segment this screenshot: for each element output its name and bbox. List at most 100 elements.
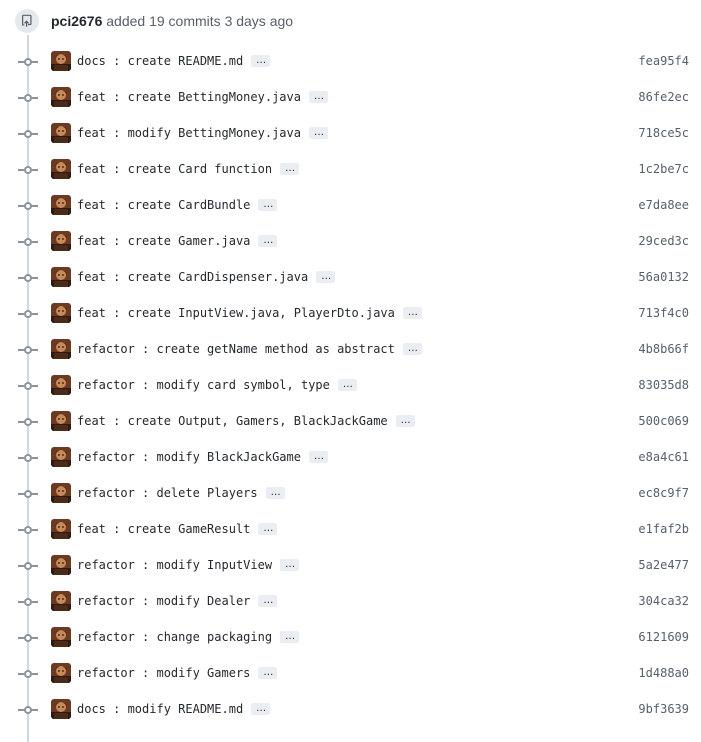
avatar[interactable] bbox=[51, 231, 71, 251]
commit-sha-link[interactable]: e1faf2b bbox=[638, 521, 689, 537]
commit-sha-link[interactable]: 713f4c0 bbox=[638, 305, 689, 321]
avatar[interactable] bbox=[51, 303, 71, 323]
avatar[interactable] bbox=[51, 483, 71, 503]
expand-message-button[interactable]: … bbox=[402, 307, 422, 319]
commit-message-link[interactable]: refactor : modify card symbol, type bbox=[77, 377, 330, 393]
commit-sha-link[interactable]: 304ca32 bbox=[638, 593, 689, 609]
expand-message-button[interactable]: … bbox=[402, 343, 422, 355]
commit-message-link[interactable]: refactor : modify InputView bbox=[77, 557, 272, 573]
repo-push-icon bbox=[13, 7, 41, 35]
commit-sha-link[interactable]: e7da8ee bbox=[638, 197, 689, 213]
commit-sha-link[interactable]: 86fe2ec bbox=[638, 89, 689, 105]
expand-message-button[interactable]: … bbox=[265, 487, 285, 499]
expand-message-button[interactable]: … bbox=[258, 595, 278, 607]
commit-message-link[interactable]: feat : create InputView.java, PlayerDto.… bbox=[77, 305, 395, 321]
commit-node-icon bbox=[18, 562, 38, 570]
commit-message-link[interactable]: feat : create GameResult bbox=[77, 521, 250, 537]
commit-message: feat : create CardBundle … bbox=[77, 197, 278, 213]
commit-message-link[interactable]: feat : create Output, Gamers, BlackJackG… bbox=[77, 413, 388, 429]
expand-message-button[interactable]: … bbox=[308, 91, 328, 103]
commit-message-link[interactable]: refactor : change packaging bbox=[77, 629, 272, 645]
commit-sha-link[interactable]: 1c2be7c bbox=[638, 161, 689, 177]
commit-message-link[interactable]: feat : create BettingMoney.java bbox=[77, 89, 301, 105]
expand-message-button[interactable]: … bbox=[308, 127, 328, 139]
commit-message-link[interactable]: feat : create Card function bbox=[77, 161, 272, 177]
commit-message: refactor : delete Players … bbox=[77, 485, 285, 501]
avatar[interactable] bbox=[51, 123, 71, 143]
commit-message: refactor : modify card symbol, type … bbox=[77, 377, 357, 393]
commit-message-link[interactable]: feat : create CardDispenser.java bbox=[77, 269, 308, 285]
commit-node-icon bbox=[18, 706, 38, 714]
commit-message-link[interactable]: feat : create CardBundle bbox=[77, 197, 250, 213]
expand-message-button[interactable]: … bbox=[258, 235, 278, 247]
commit-row: docs : create README.md … fea95f4 bbox=[0, 44, 701, 80]
expand-message-button[interactable]: … bbox=[308, 451, 328, 463]
commit-node-icon bbox=[18, 454, 38, 462]
avatar[interactable] bbox=[51, 339, 71, 359]
commit-sha-link[interactable]: 718ce5c bbox=[638, 125, 689, 141]
expand-message-button[interactable]: … bbox=[280, 559, 300, 571]
avatar[interactable] bbox=[51, 591, 71, 611]
avatar[interactable] bbox=[51, 195, 71, 215]
commit-row: refactor : change packaging … 6121609 bbox=[0, 620, 701, 656]
commit-sha-link[interactable]: 500c069 bbox=[638, 413, 689, 429]
avatar[interactable] bbox=[51, 87, 71, 107]
commit-message-link[interactable]: feat : create Gamer.java bbox=[77, 233, 250, 249]
avatar[interactable] bbox=[51, 627, 71, 647]
commit-message-link[interactable]: refactor : modify BlackJackGame bbox=[77, 449, 301, 465]
commit-node-icon bbox=[18, 490, 38, 498]
commit-row: feat : modify BettingMoney.java … 718ce5c bbox=[0, 116, 701, 152]
avatar[interactable] bbox=[51, 375, 71, 395]
commit-row: refactor : delete Players … ec8c9f7 bbox=[0, 476, 701, 512]
avatar[interactable] bbox=[51, 663, 71, 683]
expand-message-button[interactable]: … bbox=[280, 163, 300, 175]
avatar[interactable] bbox=[51, 51, 71, 71]
expand-message-button[interactable]: … bbox=[337, 379, 357, 391]
commit-sha-link[interactable]: 5a2e477 bbox=[638, 557, 689, 573]
commit-message: refactor : change packaging … bbox=[77, 629, 300, 645]
commit-node-icon bbox=[18, 166, 38, 174]
commit-sha-link[interactable]: 9bf3639 bbox=[638, 701, 689, 717]
expand-message-button[interactable]: … bbox=[258, 667, 278, 679]
commit-message-link[interactable]: feat : modify BettingMoney.java bbox=[77, 125, 301, 141]
commit-row: refactor : modify BlackJackGame … e8a4c61 bbox=[0, 440, 701, 476]
user-link[interactable]: pci2676 bbox=[51, 13, 102, 29]
avatar[interactable] bbox=[51, 555, 71, 575]
avatar[interactable] bbox=[51, 411, 71, 431]
commit-sha-link[interactable]: e8a4c61 bbox=[638, 449, 689, 465]
commit-sha-link[interactable]: 4b8b66f bbox=[638, 341, 689, 357]
avatar[interactable] bbox=[51, 447, 71, 467]
commit-node-icon bbox=[18, 274, 38, 282]
expand-message-button[interactable]: … bbox=[258, 199, 278, 211]
expand-message-button[interactable]: … bbox=[251, 55, 271, 67]
commit-sha-link[interactable]: 6121609 bbox=[638, 629, 689, 645]
expand-message-button[interactable]: … bbox=[395, 415, 415, 427]
expand-message-button[interactable]: … bbox=[316, 271, 336, 283]
avatar[interactable] bbox=[51, 267, 71, 287]
commit-message-link[interactable]: refactor : modify Gamers bbox=[77, 665, 250, 681]
avatar[interactable] bbox=[51, 159, 71, 179]
commit-message: feat : modify BettingMoney.java … bbox=[77, 125, 328, 141]
commit-message-link[interactable]: docs : create README.md bbox=[77, 53, 243, 69]
commit-node-icon bbox=[18, 238, 38, 246]
commit-sha-link[interactable]: ec8c9f7 bbox=[638, 485, 689, 501]
commit-sha-link[interactable]: 56a0132 bbox=[638, 269, 689, 285]
commit-message: feat : create GameResult … bbox=[77, 521, 278, 537]
expand-message-button[interactable]: … bbox=[258, 523, 278, 535]
expand-message-button[interactable]: … bbox=[251, 703, 271, 715]
commit-row: feat : create Card function … 1c2be7c bbox=[0, 152, 701, 188]
avatar[interactable] bbox=[51, 699, 71, 719]
commit-sha-link[interactable]: 83035d8 bbox=[638, 377, 689, 393]
commit-message-link[interactable]: docs : modify README.md bbox=[77, 701, 243, 717]
commit-row: refactor : modify Gamers … 1d488a0 bbox=[0, 656, 701, 692]
expand-message-button[interactable]: … bbox=[280, 631, 300, 643]
commit-message-link[interactable]: refactor : modify Dealer bbox=[77, 593, 250, 609]
commit-sha-link[interactable]: 29ced3c bbox=[638, 233, 689, 249]
commit-row: refactor : create getName method as abst… bbox=[0, 332, 701, 368]
commit-sha-link[interactable]: 1d488a0 bbox=[638, 665, 689, 681]
commit-message-link[interactable]: refactor : delete Players bbox=[77, 485, 258, 501]
commit-sha-link[interactable]: fea95f4 bbox=[638, 53, 689, 69]
commit-row: feat : create BettingMoney.java … 86fe2ec bbox=[0, 80, 701, 116]
avatar[interactable] bbox=[51, 519, 71, 539]
commit-message-link[interactable]: refactor : create getName method as abst… bbox=[77, 341, 395, 357]
